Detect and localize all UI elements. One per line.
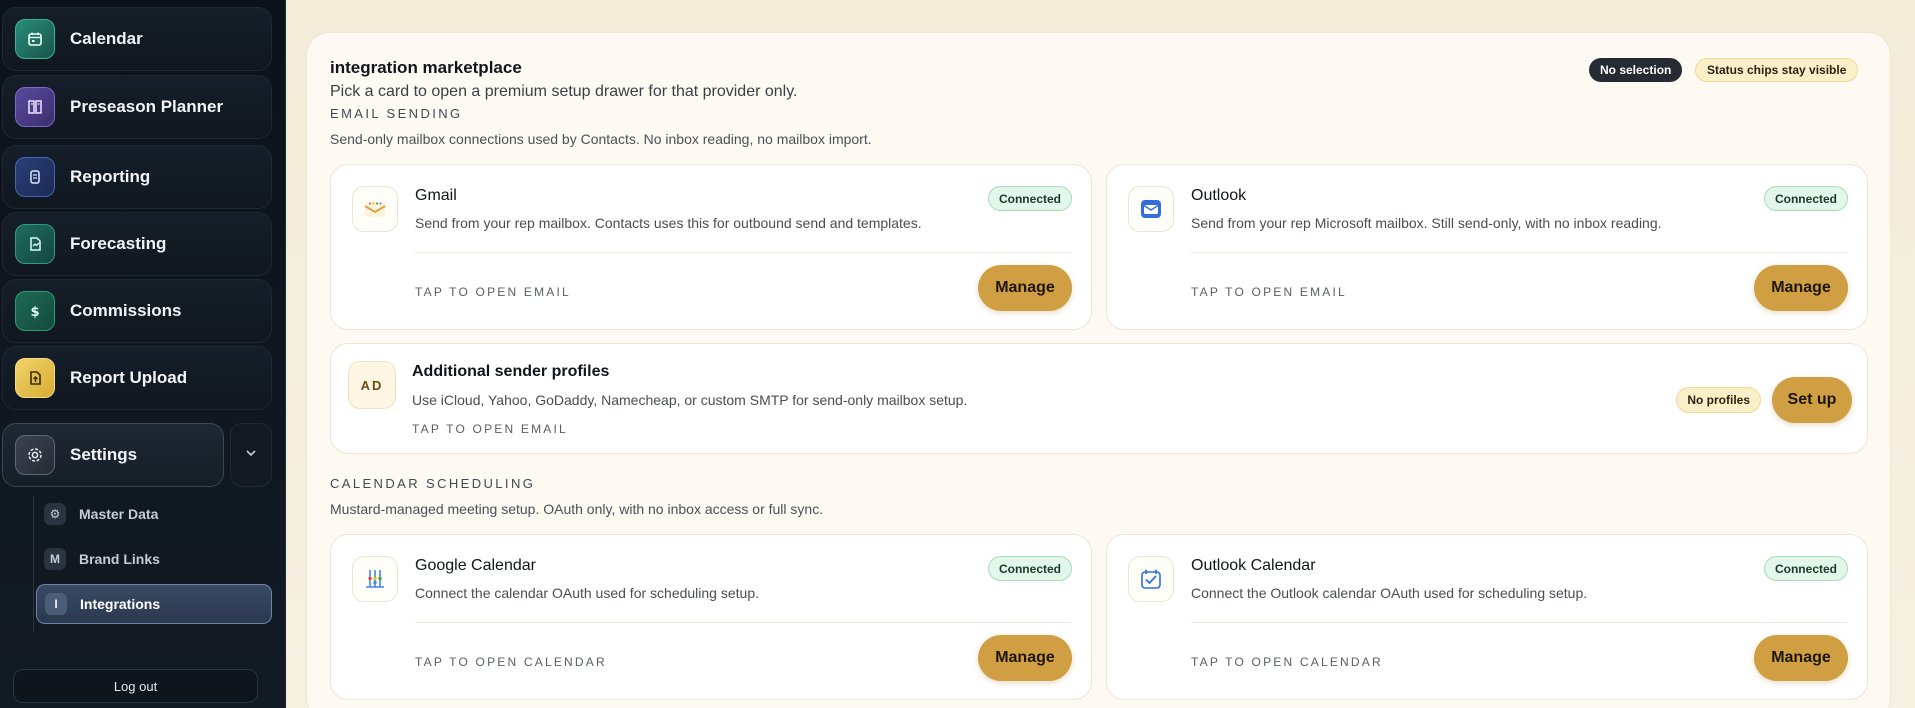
page-title: integration marketplace	[330, 58, 522, 77]
section-heading-email: EMAIL SENDING	[330, 106, 463, 121]
sidebar-item-report-upload[interactable]: Report Upload	[2, 346, 272, 410]
forecast-icon	[15, 224, 55, 264]
section-description-calendar: Mustard-managed meeting setup. OAuth onl…	[330, 501, 824, 517]
card-description: Send from your rep Microsoft mailbox. St…	[1191, 215, 1662, 231]
status-chip: Status chips stay visible	[1695, 58, 1859, 82]
card-title: Outlook Calendar	[1191, 557, 1316, 574]
card-tap-hint: TAP TO OPEN EMAIL	[412, 422, 568, 436]
card-description: Connect the calendar OAuth used for sche…	[415, 585, 759, 601]
card-description: Connect the Outlook calendar OAuth used …	[1191, 585, 1588, 601]
upload-icon	[15, 358, 55, 398]
gear-icon	[15, 435, 55, 475]
sidebar-item-forecasting[interactable]: Forecasting	[2, 212, 272, 276]
section-description-email: Send-only mailbox connections used by Co…	[330, 131, 872, 147]
sidebar-item-settings[interactable]: Settings	[2, 423, 224, 487]
brand-links-icon: M	[44, 548, 66, 570]
document-icon	[15, 157, 55, 197]
card-tap-hint: TAP TO OPEN CALENDAR	[415, 655, 607, 669]
card-description: Send from your rep mailbox. Contacts use…	[415, 215, 922, 231]
sidebar-item-label: Calendar	[70, 29, 143, 48]
integrations-icon: I	[45, 593, 67, 615]
card-tap-hint: TAP TO OPEN CALENDAR	[1191, 655, 1383, 669]
sidebar-item-label: Preseason Planner	[70, 97, 224, 116]
card-divider	[1191, 622, 1847, 623]
section-heading-calendar: CALENDAR SCHEDULING	[330, 476, 536, 491]
integration-card-outlook-calendar[interactable]: Outlook Calendar Connect the Outlook cal…	[1106, 534, 1868, 700]
status-badge: Connected	[1763, 186, 1848, 211]
manage-button[interactable]: Manage	[978, 635, 1072, 681]
sidebar-subitem-brand-links[interactable]: M Brand Links	[36, 539, 272, 579]
chevron-down-icon	[244, 446, 258, 465]
selection-chip: No selection	[1589, 58, 1683, 82]
logout-button[interactable]: Log out	[13, 669, 258, 703]
outlook-calendar-logo-icon	[1128, 556, 1174, 602]
gmail-logo-icon	[352, 186, 398, 232]
status-badge: Connected	[987, 556, 1072, 581]
status-badge: No profiles	[1676, 387, 1761, 413]
card-divider	[415, 252, 1071, 253]
manage-button[interactable]: Manage	[1754, 635, 1848, 681]
sidebar-subitem-label: Master Data	[79, 506, 159, 522]
sidebar-subitem-label: Brand Links	[79, 551, 160, 567]
manage-button[interactable]: Manage	[978, 265, 1072, 311]
card-tap-hint: TAP TO OPEN EMAIL	[415, 285, 571, 299]
card-tap-hint: TAP TO OPEN EMAIL	[1191, 285, 1347, 299]
manage-button[interactable]: Manage	[1754, 265, 1848, 311]
google-calendar-logo-icon	[352, 556, 398, 602]
settings-expand-button[interactable]	[230, 423, 272, 487]
integration-card-outlook[interactable]: Outlook Send from your rep Microsoft mai…	[1106, 164, 1868, 330]
sidebar-item-commissions[interactable]: $ Commissions	[2, 279, 272, 343]
status-badge: Connected	[987, 186, 1072, 211]
sidebar-subitem-integrations[interactable]: I Integrations	[36, 584, 272, 624]
sidebar-item-reporting[interactable]: Reporting	[2, 145, 272, 209]
set-up-button[interactable]: Set up	[1772, 377, 1852, 423]
gear-icon: ⚙	[44, 503, 66, 525]
card-divider	[1191, 252, 1847, 253]
svg-text:$: $	[30, 305, 39, 320]
integration-card-gmail[interactable]: Gmail Send from your rep mailbox. Contac…	[330, 164, 1092, 330]
status-badge: Connected	[1763, 556, 1848, 581]
sidebar-item-calendar[interactable]: Calendar	[2, 7, 272, 71]
sidebar-subitem-label: Integrations	[80, 596, 161, 612]
card-divider	[415, 622, 1071, 623]
sub-nav-line	[33, 495, 34, 633]
card-title: Gmail	[415, 187, 457, 204]
sidebar-item-label: Settings	[70, 445, 138, 464]
sidebar-item-label: Forecasting	[70, 234, 167, 253]
sidebar-subitem-master-data[interactable]: ⚙ Master Data	[36, 494, 272, 534]
outlook-logo-icon	[1128, 186, 1174, 232]
card-description: Use iCloud, Yahoo, GoDaddy, Namecheap, o…	[412, 392, 968, 408]
integration-card-additional-senders[interactable]: AD Additional sender profiles Use iCloud…	[330, 343, 1868, 454]
sidebar: Calendar Preseason Planner Reporting For…	[0, 0, 286, 708]
book-icon	[15, 87, 55, 127]
card-title: Additional sender profiles	[412, 363, 610, 380]
card-title: Google Calendar	[415, 557, 536, 574]
calendar-icon	[15, 19, 55, 59]
sidebar-item-preseason-planner[interactable]: Preseason Planner	[2, 75, 272, 139]
sender-profiles-logo-icon: AD	[348, 361, 396, 409]
sidebar-item-label: Commissions	[70, 301, 182, 320]
page-subtitle: Pick a card to open a premium setup draw…	[330, 83, 798, 100]
card-title: Outlook	[1191, 187, 1247, 204]
dollar-icon: $	[15, 291, 55, 331]
sidebar-item-label: Reporting	[70, 167, 151, 186]
sidebar-item-label: Report Upload	[70, 368, 188, 387]
integration-card-google-calendar[interactable]: Google Calendar Connect the calendar OAu…	[330, 534, 1092, 700]
logo-text: AD	[360, 377, 384, 393]
